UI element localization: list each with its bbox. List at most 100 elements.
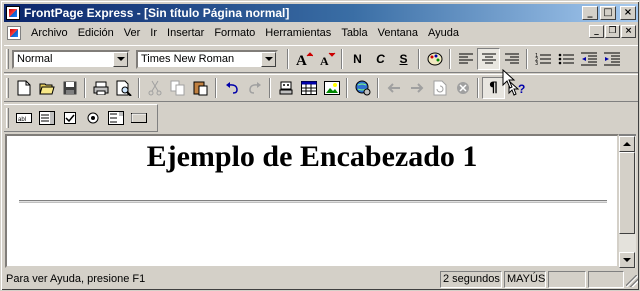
toolbar-grip[interactable] <box>6 78 9 98</box>
menu-bar: Archivo Edición Ver Ir Insertar Formato … <box>4 23 638 42</box>
vertical-scrollbar[interactable] <box>619 134 636 268</box>
document-icon[interactable] <box>7 25 21 40</box>
font-dropdown[interactable]: Times New Roman <box>136 49 278 69</box>
menu-formato[interactable]: Formato <box>209 27 260 39</box>
new-button[interactable] <box>12 77 35 99</box>
arrow-left-icon <box>387 83 400 93</box>
toolbar-grip[interactable] <box>6 108 9 128</box>
refresh-button[interactable] <box>428 77 451 99</box>
resize-grip-icon[interactable] <box>626 275 638 287</box>
numbered-list-button[interactable]: 123 <box>531 48 554 70</box>
separator <box>477 78 479 98</box>
palette-icon <box>427 52 442 66</box>
toolbar-grip[interactable] <box>6 49 9 69</box>
chevron-down-icon[interactable] <box>113 51 128 67</box>
forms-toolbar: abl <box>4 104 158 132</box>
close-button[interactable]: × <box>620 6 636 20</box>
document-editor[interactable]: Ejemplo de Encabezado 1 <box>5 134 619 268</box>
insert-table-button[interactable] <box>297 77 320 99</box>
frontpage-window: FrontPage Express - [Sin título Página n… <box>0 0 640 291</box>
forward-button[interactable] <box>405 77 428 99</box>
menu-ver[interactable]: Ver <box>119 27 146 39</box>
heading-1[interactable]: Ejemplo de Encabezado 1 <box>7 140 617 174</box>
bold-button[interactable]: N <box>346 48 369 70</box>
separator <box>215 78 217 98</box>
underline-button[interactable]: S <box>392 48 415 70</box>
checkbox-icon <box>63 112 76 124</box>
scroll-up-button[interactable] <box>619 136 635 152</box>
printer-icon <box>93 81 108 95</box>
doc-restore-button[interactable]: ❐ <box>605 25 620 38</box>
text-color-button[interactable] <box>423 48 446 70</box>
scroll-down-button[interactable] <box>619 252 635 268</box>
dropdown-menu-button[interactable] <box>104 107 127 129</box>
decrease-indent-button[interactable] <box>577 48 600 70</box>
undo-button[interactable] <box>220 77 243 99</box>
menu-herramientas[interactable]: Herramientas <box>260 27 336 39</box>
maximize-button[interactable]: □ <box>600 6 616 20</box>
italic-button[interactable]: C <box>369 48 392 70</box>
print-preview-button[interactable] <box>112 77 135 99</box>
horizontal-rule[interactable] <box>19 200 607 203</box>
format-toolbar: Normal Times New Roman A A N C S 1 2 3 <box>4 45 638 73</box>
insert-link-button[interactable] <box>351 77 374 99</box>
minimize-button[interactable]: _ <box>582 6 598 20</box>
save-button[interactable] <box>58 77 81 99</box>
align-right-button[interactable] <box>500 48 523 70</box>
menu-ayuda[interactable]: Ayuda <box>423 27 464 39</box>
decrease-indent-icon <box>580 52 597 66</box>
separator <box>526 49 528 69</box>
open-folder-icon <box>38 83 55 95</box>
robot-icon <box>279 81 292 95</box>
app-icon[interactable] <box>6 6 20 20</box>
cut-button[interactable] <box>143 77 166 99</box>
svg-text:A: A <box>296 53 307 67</box>
style-dropdown[interactable]: Normal <box>12 49 130 69</box>
doc-close-button[interactable]: × <box>621 25 636 38</box>
menu-ventana[interactable]: Ventana <box>373 27 423 39</box>
decrease-font-icon: A <box>320 52 335 67</box>
scrolling-textbox-button[interactable] <box>35 107 58 129</box>
status-caps-lock: MAYÚS <box>504 270 546 288</box>
print-button[interactable] <box>89 77 112 99</box>
menu-ir[interactable]: Ir <box>145 27 162 39</box>
stop-button[interactable] <box>451 77 474 99</box>
push-button-button[interactable] <box>127 107 150 129</box>
radio-icon <box>87 112 98 124</box>
scroll-thumb[interactable] <box>619 152 635 234</box>
align-left-button[interactable] <box>454 48 477 70</box>
menu-tabla[interactable]: Tabla <box>336 27 372 39</box>
separator <box>377 78 379 98</box>
status-message: Para ver Ayuda, presione F1 <box>6 273 146 285</box>
redo-icon <box>248 82 261 94</box>
paste-button[interactable] <box>189 77 212 99</box>
decrease-font-button[interactable]: A <box>315 48 338 70</box>
status-load-time: 2 segundos <box>440 270 502 288</box>
radio-button-button[interactable] <box>81 107 104 129</box>
one-line-textbox-button[interactable]: abl <box>12 107 35 129</box>
insert-image-button[interactable] <box>320 77 343 99</box>
menu-insertar[interactable]: Insertar <box>162 27 209 39</box>
copy-button[interactable] <box>166 77 189 99</box>
table-icon <box>300 81 317 95</box>
open-button[interactable] <box>35 77 58 99</box>
stop-icon <box>456 82 469 94</box>
svg-text:3: 3 <box>535 61 538 66</box>
standard-toolbar: ¶ ? <box>4 74 638 102</box>
insert-webbot-button[interactable] <box>274 77 297 99</box>
increase-font-button[interactable]: A <box>292 48 315 70</box>
menu-edicion[interactable]: Edición <box>73 27 119 39</box>
redo-button[interactable] <box>243 77 266 99</box>
checkbox-button[interactable] <box>58 107 81 129</box>
align-center-button[interactable] <box>477 48 500 70</box>
increase-indent-button[interactable] <box>600 48 623 70</box>
font-value: Times New Roman <box>141 53 235 65</box>
image-icon <box>323 81 340 95</box>
title-bar[interactable]: FrontPage Express - [Sin título Página n… <box>4 4 638 22</box>
menu-archivo[interactable]: Archivo <box>26 27 73 39</box>
bulleted-list-button[interactable] <box>554 48 577 70</box>
back-button[interactable] <box>382 77 405 99</box>
chevron-down-icon[interactable] <box>261 51 276 67</box>
status-cell-empty <box>548 270 586 288</box>
doc-minimize-button[interactable]: _ <box>589 25 604 38</box>
